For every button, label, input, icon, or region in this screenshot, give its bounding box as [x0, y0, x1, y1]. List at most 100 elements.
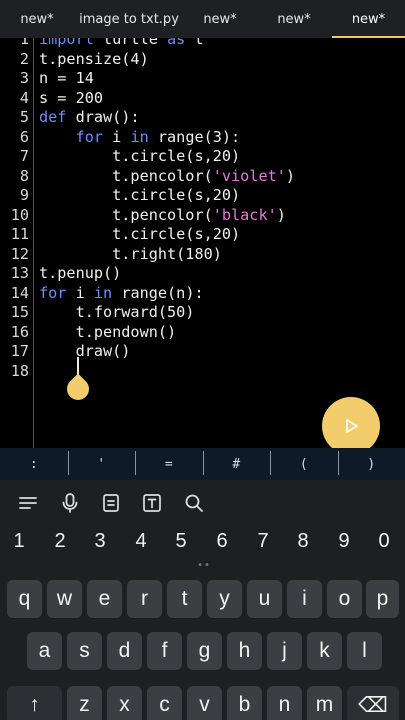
key-q[interactable]: q	[7, 580, 42, 618]
key-8[interactable]: 8	[288, 530, 318, 553]
line-number: 15	[10, 303, 29, 321]
backspace-key[interactable]: ⌫	[347, 686, 399, 720]
code-line: 10 t.pencolor('black')	[0, 206, 405, 226]
code-line: 12 t.right(180)	[0, 245, 405, 265]
code-line: 7 t.circle(s,20)	[0, 147, 405, 167]
symbol-equals[interactable]: =	[135, 450, 203, 475]
key-1[interactable]: 1	[4, 530, 34, 553]
key-g[interactable]: g	[187, 632, 222, 670]
text-format-icon[interactable]	[139, 490, 165, 516]
tab-image-to-txt[interactable]: image to txt.py	[74, 0, 184, 38]
key-5[interactable]: 5	[166, 530, 196, 553]
key-f[interactable]: f	[147, 632, 182, 670]
code-line: 2 t.pensize(4)	[0, 50, 405, 70]
code-line: 11 t.circle(s,20)	[0, 225, 405, 245]
search-icon[interactable]	[181, 490, 207, 516]
line-number: 18	[10, 361, 29, 380]
play-icon	[346, 419, 358, 433]
line-number: 3	[19, 69, 29, 87]
key-4[interactable]: 4	[126, 530, 156, 553]
key-r[interactable]: r	[127, 580, 162, 618]
line-number: 9	[19, 186, 29, 204]
keyboard-page-dots: ••	[197, 560, 211, 571]
on-screen-keyboard: 1 2 3 4 5 6 7 8 9 0 •• q w e r t y u i o…	[0, 480, 405, 720]
key-j[interactable]: j	[267, 632, 302, 670]
key-s[interactable]: s	[67, 632, 102, 670]
code-line: 18	[0, 362, 405, 382]
key-m[interactable]: m	[307, 686, 342, 720]
key-2[interactable]: 2	[45, 530, 75, 553]
code-text: t.circle(s,20)	[39, 225, 241, 243]
key-k[interactable]: k	[307, 632, 342, 670]
microphone-icon[interactable]	[57, 490, 83, 516]
line-number: 17	[10, 342, 29, 360]
line-number: 10	[10, 205, 29, 224]
key-9[interactable]: 9	[329, 530, 359, 553]
tab-new-1[interactable]: new*	[0, 0, 74, 38]
code-line: 17 draw()	[0, 342, 405, 362]
code-text: n = 14	[39, 69, 94, 87]
symbol-bar: : ' = # ( )	[0, 448, 405, 480]
backspace-icon: ⌫	[358, 693, 388, 717]
menu-icon[interactable]	[15, 490, 41, 516]
line-number: 11	[10, 225, 29, 243]
line-number: 16	[10, 322, 29, 341]
code-text: t.forward(50)	[39, 303, 195, 321]
line-number: 8	[19, 166, 29, 185]
key-l[interactable]: l	[347, 632, 382, 670]
symbol-colon[interactable]: :	[0, 457, 68, 472]
key-n[interactable]: n	[267, 686, 302, 720]
tab-new-2[interactable]: new*	[184, 0, 256, 38]
code-text: t.pencolor('violet')	[39, 166, 296, 185]
key-t[interactable]: t	[167, 580, 202, 618]
key-v[interactable]: v	[187, 686, 222, 720]
tab-label: new*	[20, 11, 54, 27]
code-line: 14 for i in range(n):	[0, 284, 405, 304]
key-7[interactable]: 7	[248, 530, 278, 553]
code-text: t.circle(s,20)	[39, 186, 241, 204]
key-3[interactable]: 3	[85, 530, 115, 553]
code-text: for i in range(3):	[75, 127, 241, 146]
shift-key[interactable]: ↑	[7, 686, 62, 720]
key-d[interactable]: d	[107, 632, 142, 670]
line-number: 1	[19, 38, 29, 48]
key-o[interactable]: o	[327, 580, 362, 618]
tab-label: new*	[277, 11, 311, 27]
tab-new-3[interactable]: new*	[256, 0, 332, 38]
key-p[interactable]: p	[366, 580, 399, 618]
tab-label: new*	[351, 11, 386, 27]
key-u[interactable]: u	[247, 580, 282, 618]
code-line: 3 n = 14	[0, 69, 405, 89]
code-line: 8 t.pencolor('violet')	[0, 167, 405, 187]
symbol-open-paren[interactable]: (	[270, 450, 338, 475]
key-b[interactable]: b	[227, 686, 262, 720]
line-number: 13	[10, 264, 29, 282]
key-y[interactable]: y	[207, 580, 242, 618]
key-h[interactable]: h	[227, 632, 262, 670]
code-text: t.circle(s,20)	[39, 147, 241, 165]
key-6[interactable]: 6	[207, 530, 237, 553]
key-w[interactable]: w	[47, 580, 82, 618]
symbol-quote[interactable]: '	[67, 450, 136, 475]
key-x[interactable]: x	[107, 686, 142, 720]
code-editor[interactable]: 1 import turtle as t 2 t.pensize(4) 3 n = 14 4…	[0, 38, 405, 448]
code-text: for i in range(n):	[39, 283, 204, 302]
clipboard-icon[interactable]	[98, 490, 124, 516]
key-a[interactable]: a	[27, 632, 62, 670]
symbol-close-paren[interactable]: )	[337, 450, 405, 475]
line-number: 4	[19, 88, 29, 107]
key-e[interactable]: e	[87, 580, 122, 618]
keyboard-toolbar	[0, 480, 405, 525]
code-text: s = 200	[39, 88, 104, 107]
code-text: def draw():	[39, 108, 140, 126]
key-c[interactable]: c	[147, 686, 182, 720]
key-z[interactable]: z	[67, 686, 102, 720]
code-text: t.pencolor('black')	[39, 205, 286, 224]
run-button[interactable]	[322, 397, 380, 455]
line-number: 2	[19, 49, 29, 68]
key-0[interactable]: 0	[369, 530, 399, 553]
line-number: 6	[19, 127, 29, 146]
key-i[interactable]: i	[287, 580, 322, 618]
symbol-hash[interactable]: #	[202, 450, 271, 475]
tab-new-active[interactable]: new*	[332, 0, 405, 38]
